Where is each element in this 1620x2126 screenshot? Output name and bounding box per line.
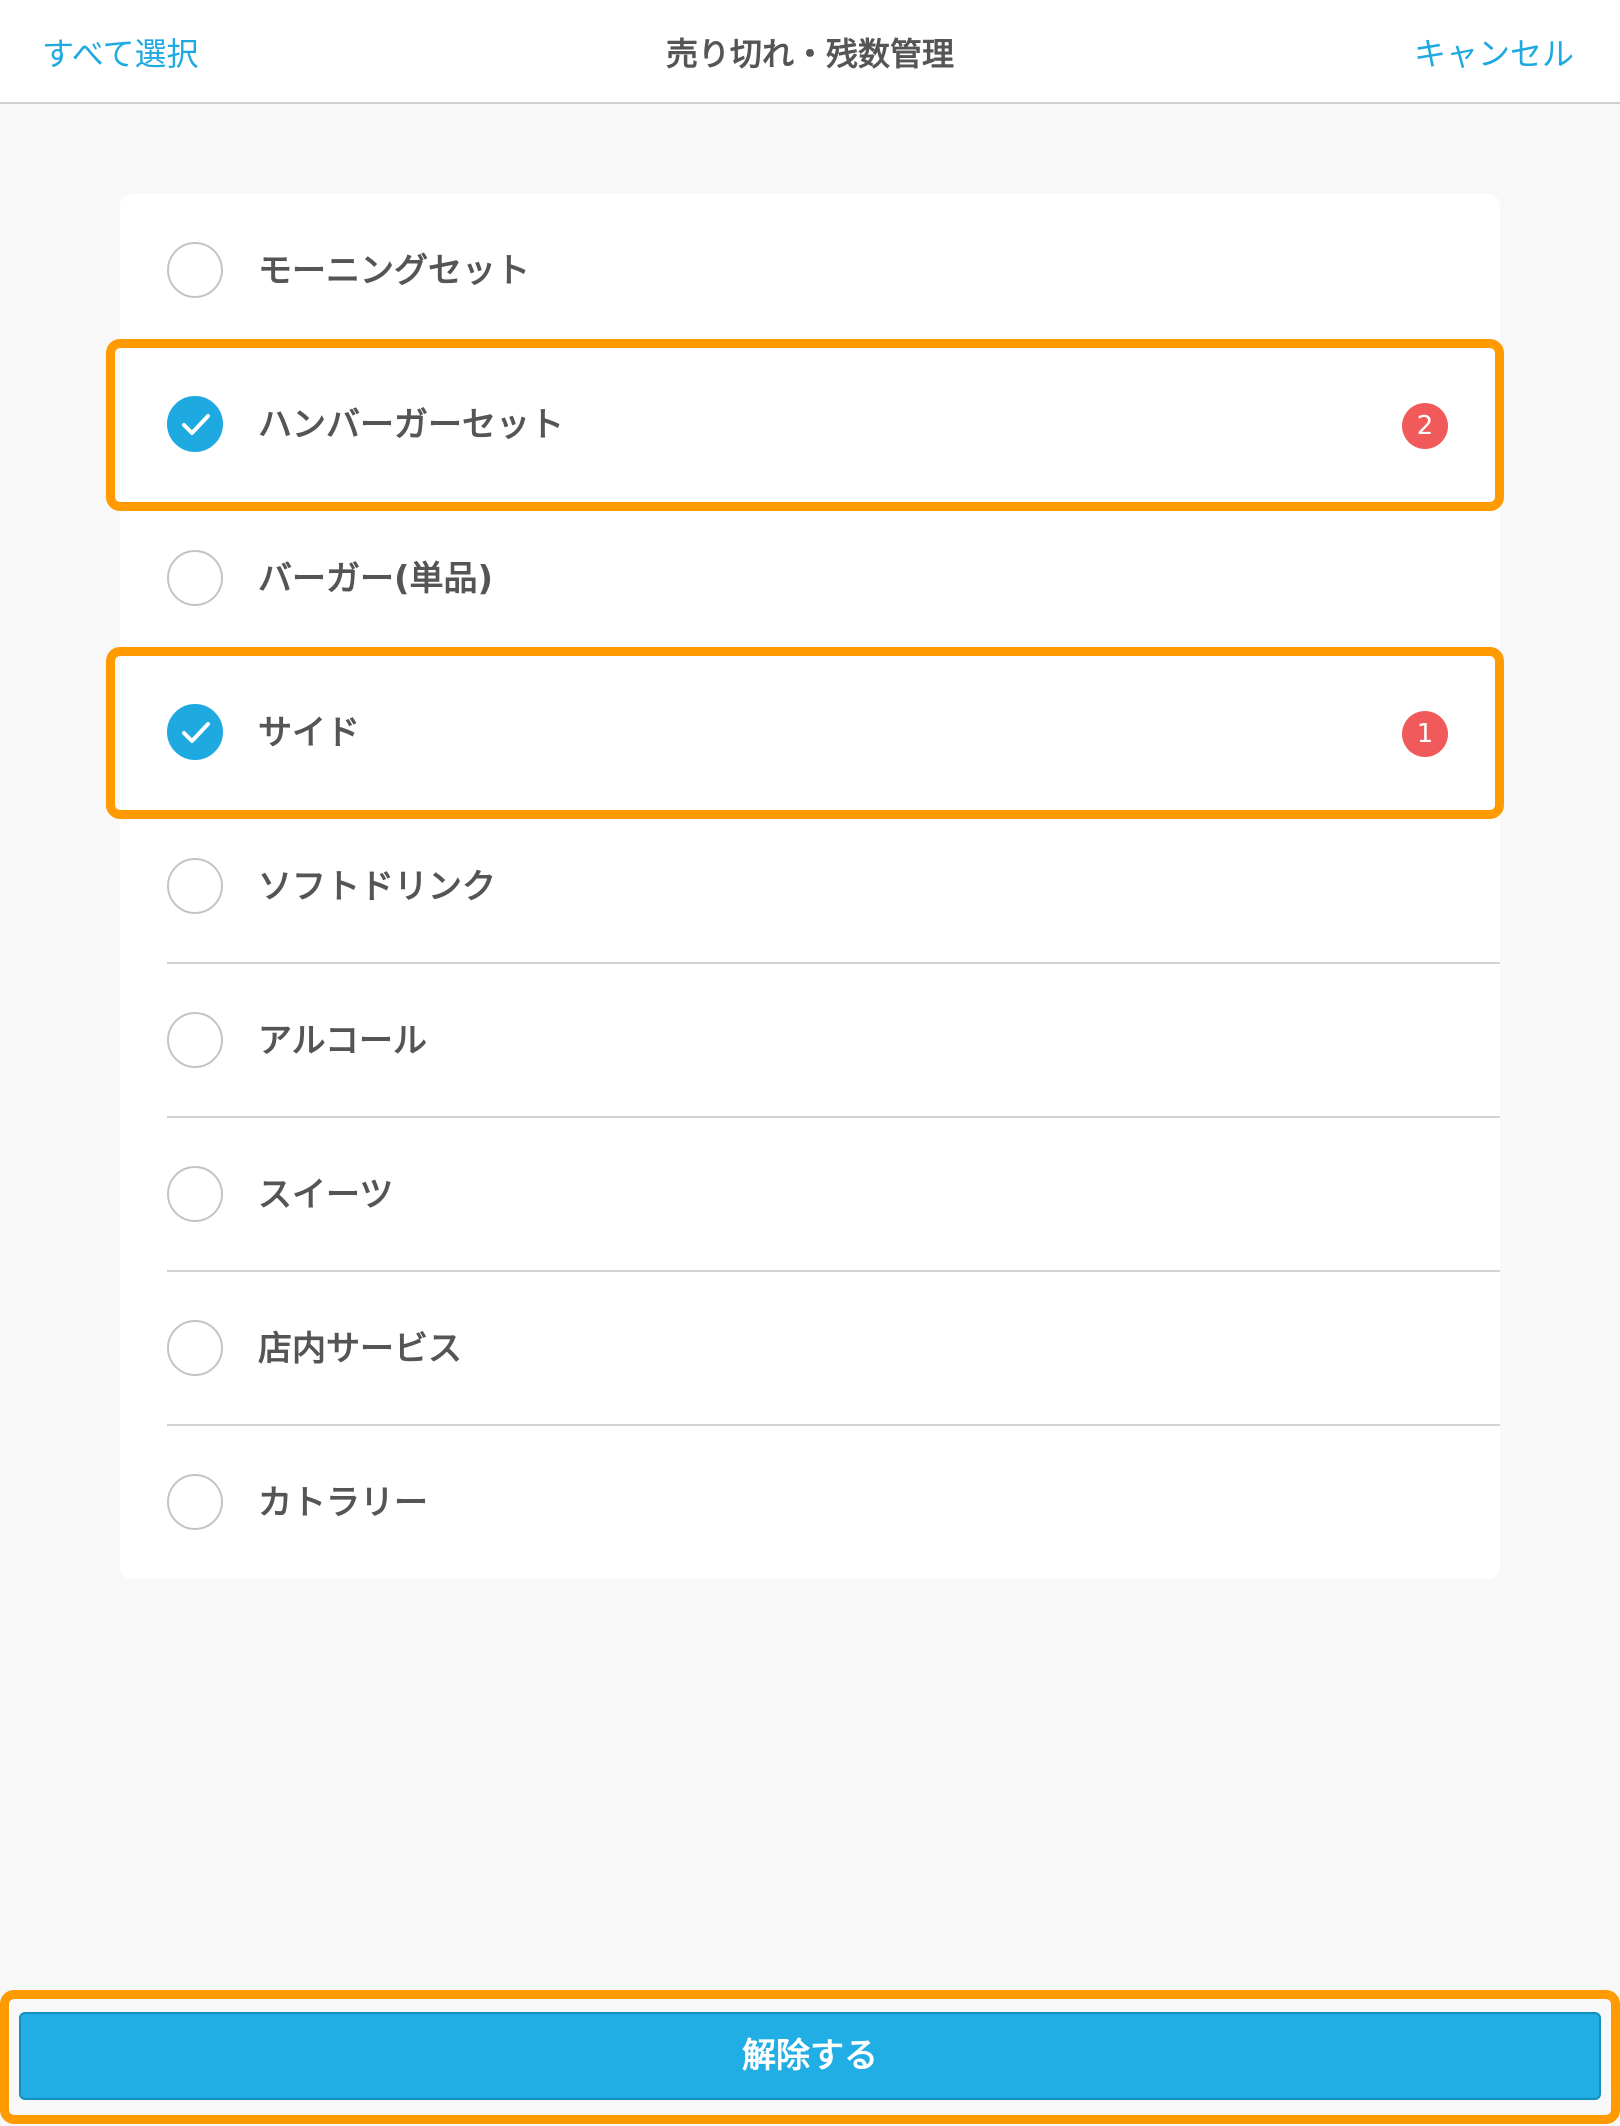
item-label: ソフトドリンク [258,867,496,907]
checkmark-icon [182,722,210,743]
radio-button[interactable] [167,242,223,298]
list-item[interactable]: バーガー(単品) [120,502,1500,656]
item-label: ハンバーガーセット [258,405,564,445]
item-label: モーニングセット [258,251,530,291]
list-item[interactable]: スイーツ [120,1118,1500,1272]
list-item[interactable]: サイド 1 [120,656,1500,810]
radio-button[interactable] [167,858,223,914]
list-item[interactable]: アルコール [120,964,1500,1118]
count-badge: 1 [1402,711,1448,757]
radio-button[interactable] [167,396,223,452]
page-title: 売り切れ・残数管理 [665,35,954,73]
radio-button[interactable] [167,704,223,760]
radio-button[interactable] [167,1166,223,1222]
list-item[interactable]: カトラリー [120,1426,1500,1580]
category-list: モーニングセット ハンバーガーセット 2 バーガー(単品) サイド 1 ソフトド… [120,194,1500,1579]
release-button[interactable]: 解除する [19,2012,1601,2100]
radio-button[interactable] [167,1474,223,1530]
item-label: カトラリー [258,1483,428,1523]
navigation-bar: すべて選択 売り切れ・残数管理 キャンセル [0,0,1620,104]
cancel-button[interactable]: キャンセル [1414,0,1574,104]
item-label: バーガー(単品) [258,559,494,599]
list-item[interactable]: モーニングセット [120,194,1500,348]
item-label: 店内サービス [258,1329,462,1369]
list-item[interactable]: ハンバーガーセット 2 [120,348,1500,502]
item-label: スイーツ [258,1175,394,1215]
radio-button[interactable] [167,550,223,606]
count-badge: 2 [1402,403,1448,449]
radio-button[interactable] [167,1012,223,1068]
list-item[interactable]: ソフトドリンク [120,810,1500,964]
list-item[interactable]: 店内サービス [120,1272,1500,1426]
item-label: サイド [258,713,360,753]
item-label: アルコール [258,1021,427,1061]
radio-button[interactable] [167,1320,223,1376]
checkmark-icon [182,414,210,435]
